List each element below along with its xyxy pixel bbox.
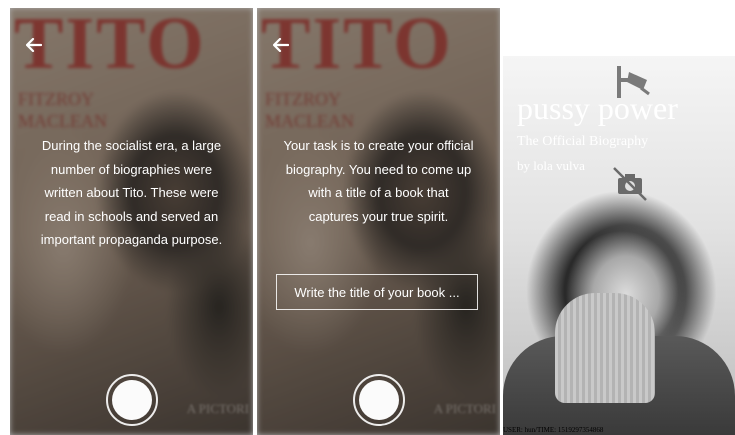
intro-screen: TITO FITZROY MACLEAN A PICTORI During th…: [10, 8, 253, 435]
back-button[interactable]: [25, 36, 43, 56]
back-button[interactable]: [272, 36, 290, 56]
book-subtitle: The Official Biography: [517, 134, 649, 149]
result-screen: pussy power The Official Biography by lo…: [503, 56, 735, 435]
arrow-left-icon: [25, 37, 43, 53]
book-title-input[interactable]: [276, 274, 478, 310]
capture-button[interactable]: [106, 374, 158, 426]
book-title: pussy power: [517, 90, 678, 126]
user-time-footer: USER: hun/TIME: 1519297354868: [503, 426, 604, 434]
author-line: by lola vulva: [517, 158, 585, 173]
title-entry-screen: TITO FITZROY MACLEAN A PICTORI Your task…: [257, 8, 500, 435]
selfie-sweater: [555, 293, 655, 403]
arrow-left-icon: [272, 37, 290, 53]
task-message: Your task is to create your official bio…: [283, 138, 474, 224]
capture-button[interactable]: [353, 374, 405, 426]
intro-message: During the socialist era, a large number…: [40, 138, 223, 247]
no-camera-icon: [613, 167, 647, 201]
